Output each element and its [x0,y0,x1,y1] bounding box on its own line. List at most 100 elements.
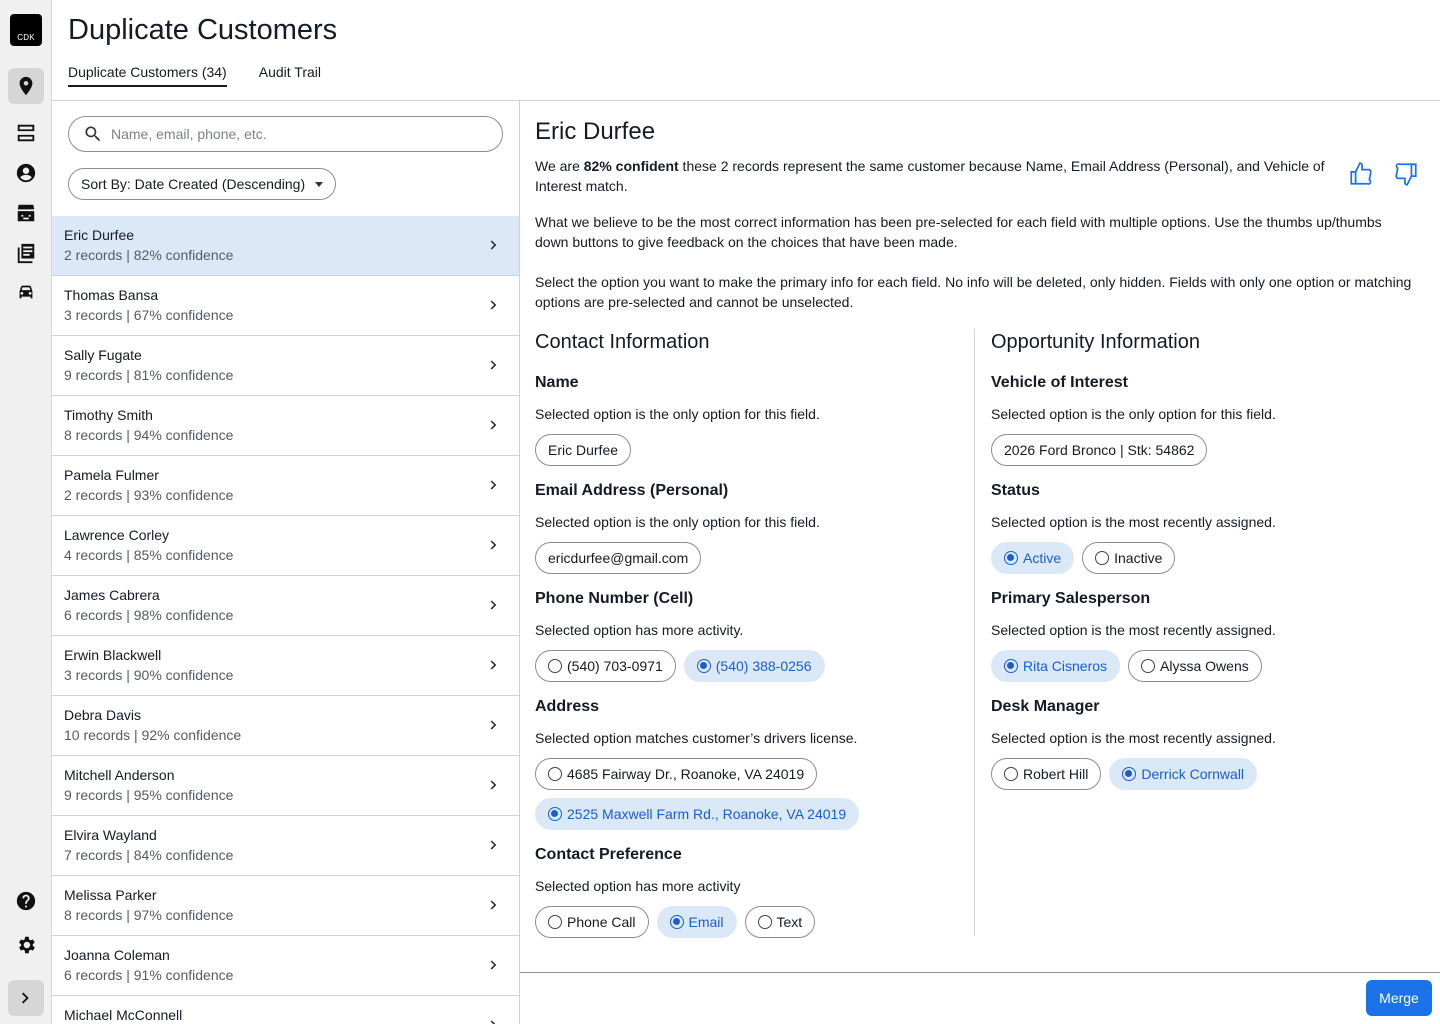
help-icon [16,891,36,911]
customer-list-item[interactable]: Pamela Fulmer 2 records | 93% confidence [52,456,519,516]
expand-nav-button[interactable] [8,980,44,1016]
tab-audit-trail[interactable]: Audit Trail [259,64,321,87]
customers-nav-button[interactable] [8,155,44,191]
vehicle-option-chip: 2026 Ford Bronco | Stk: 54862 [991,434,1208,466]
radio-checked-icon [1122,767,1137,781]
customer-list-item[interactable]: Sally Fugate 9 records | 81% confidence [52,336,519,396]
customer-list-item[interactable]: Michael McConnell [52,996,519,1024]
manager-option-radio[interactable]: Robert Hill [991,758,1102,790]
customer-list-item[interactable]: Debra Davis 10 records | 92% confidence [52,696,519,756]
manager-option-radio[interactable]: Derrick Cornwall [1109,758,1258,790]
book-list-icon [17,243,35,264]
sort-dropdown[interactable]: Sort By: Date Created (Descending) [68,168,337,200]
confidence-text-pre: We are [535,158,584,174]
field-label: Desk Manager [991,698,1100,715]
field-label: Address [535,698,600,715]
opportunity-section-title: Opportunity Information [991,331,1200,353]
customer-list-item[interactable]: Joanna Coleman 6 records | 91% confidence [52,936,519,996]
customer-name: Pamela Fulmer [64,467,159,483]
thumbs-up-button[interactable] [1348,161,1374,187]
customer-name: Eric Durfee [64,227,135,243]
field-label: Status [991,482,1040,499]
status-option-radio[interactable]: Inactive [1082,542,1176,574]
option-label: Inactive [1114,550,1163,566]
field-description: Selected option is the only option for t… [535,406,820,422]
radio-checked-icon [1004,551,1018,565]
customer-name: Melissa Parker [64,887,157,903]
customer-list-item[interactable]: Elvira Wayland 7 records | 84% confidence [52,816,519,876]
customer-list-item[interactable]: Lawrence Corley 4 records | 85% confidenc… [52,516,519,576]
option-label: 4685 Fairway Dr., Roanoke, VA 24019 [567,766,805,782]
preference-option-radio[interactable]: Email [656,906,737,938]
contact-information-section: Contact Information Name Selected option… [535,331,955,954]
salesperson-option-radio[interactable]: Alyssa Owens [1128,650,1262,682]
customer-name: James Cabrera [64,587,160,603]
phone-field: Phone Number (Cell) Selected option has … [535,590,955,698]
location-pin-icon [19,76,33,96]
chevron-right-icon [485,356,503,374]
contact-section-title: Contact Information [535,331,710,353]
option-label: Text [776,914,803,930]
radio-checked-icon [1004,659,1018,673]
customer-meta: 2 records | 82% confidence [64,247,234,263]
customer-meta: 6 records | 91% confidence [64,967,234,983]
customer-name: Thomas Bansa [64,287,159,303]
dealership-nav-button[interactable] [8,195,44,231]
customer-list-item[interactable]: Eric Durfee 2 records | 82% confidence [52,216,519,276]
customer-list-item[interactable]: Melissa Parker 8 records | 97% confidence [52,876,519,936]
selection-paragraph: Select the option you want to make the p… [535,274,1412,310]
search-box[interactable] [68,116,503,152]
chevron-right-icon [485,416,503,434]
phone-option-radio[interactable]: (540) 388-0256 [683,650,825,682]
footer-divider [520,972,1440,973]
preference-option-radio[interactable]: Phone Call [535,906,649,938]
customer-list-item[interactable]: Thomas Bansa 3 records | 67% confidence [52,276,519,336]
customer-meta: 3 records | 90% confidence [64,667,234,683]
customer-list-item[interactable]: Timothy Smith 8 records | 94% confidence [52,396,519,456]
search-input[interactable] [111,126,481,142]
chevron-right-icon [485,296,503,314]
help-nav-button[interactable] [8,883,44,919]
customer-meta: 8 records | 97% confidence [64,907,234,923]
radio-checked-icon [696,659,711,673]
chevron-right-icon [485,776,503,794]
customer-name: Lawrence Corley [64,527,170,543]
customer-list: Eric Durfee 2 records | 82% confidence Tho… [52,216,519,1024]
preference-option-radio[interactable]: Text [744,906,816,938]
tab-duplicate-customers[interactable]: Duplicate Customers (34) [68,64,227,87]
library-nav-button[interactable] [8,235,44,271]
field-description: Selected option is the only option for t… [991,406,1276,422]
field-description: Selected option has more activity [535,878,741,894]
address-option-radio[interactable]: 4685 Fairway Dr., Roanoke, VA 24019 [535,758,818,790]
salesperson-option-radio[interactable]: Rita Cisneros [991,650,1121,682]
status-field: Status Selected option is the most recen… [991,482,1411,590]
user-circle-icon [16,163,36,183]
settings-nav-button[interactable] [8,927,44,963]
phone-option-radio[interactable]: (540) 703-0971 [535,650,676,682]
status-option-radio[interactable]: Active [991,542,1075,574]
customer-name: Elvira Wayland [64,827,157,843]
caret-down-icon [315,181,324,187]
thumbs-down-button[interactable] [1393,161,1419,187]
radio-icon [1141,659,1156,673]
customer-list-item[interactable]: Erwin Blackwell 3 records | 90% confidenc… [52,636,519,696]
sort-label: Sort By: Date Created (Descending) [81,176,306,192]
radio-checked-icon [669,915,684,929]
column-divider [974,329,975,936]
email-field: Email Address (Personal) Selected option… [535,482,955,590]
field-description: Selected option is the most recently ass… [991,514,1276,530]
email-option-chip: ericdurfee@gmail.com [535,542,702,574]
location-nav-button[interactable] [8,68,44,104]
customer-list-item[interactable]: Mitchell Anderson 9 records | 95% confide… [52,756,519,816]
merge-button[interactable]: Merge [1366,980,1432,1016]
customer-name: Mitchell Anderson [64,767,175,783]
chevron-right-icon [485,476,503,494]
chevron-right-icon [485,1016,503,1024]
vehicles-nav-button[interactable] [8,274,44,310]
dashboard-nav-button[interactable] [8,115,44,151]
radio-checked-icon [548,807,562,821]
field-description: Selected option matches customer’s drive… [535,730,858,746]
customer-meta: 7 records | 84% confidence [64,847,234,863]
address-option-radio[interactable]: 2525 Maxwell Farm Rd., Roanoke, VA 24019 [535,798,860,830]
customer-list-item[interactable]: James Cabrera 6 records | 98% confidence [52,576,519,636]
